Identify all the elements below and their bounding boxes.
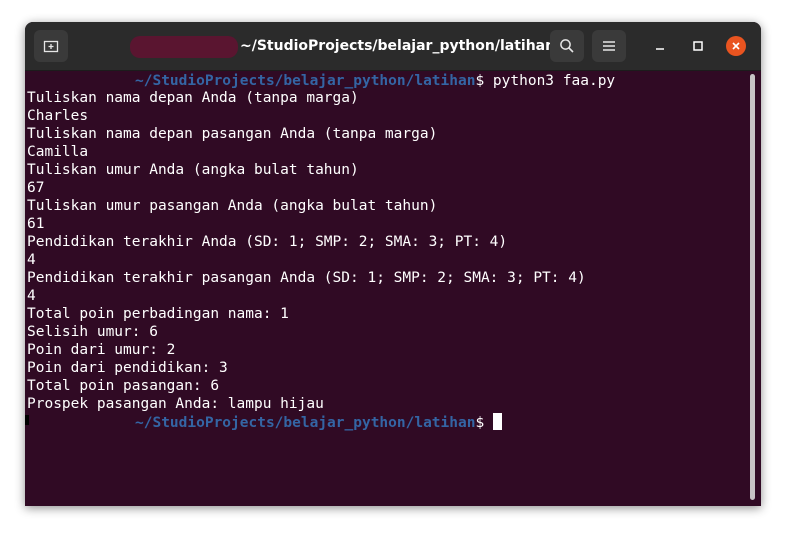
output-line: 61 xyxy=(27,216,45,232)
prompt-path: ~/StudioProjects/belajar_python/latihan xyxy=(135,415,476,431)
prompt-path: ~/StudioProjects/belajar_python/latihan xyxy=(135,73,476,89)
redacted-hostname xyxy=(130,36,238,58)
prompt-symbol: $ xyxy=(475,73,485,89)
left-edge-mark xyxy=(25,415,29,425)
minimize-icon xyxy=(656,48,664,50)
output-line: Tuliskan umur pasangan Anda (angka bulat… xyxy=(27,198,438,214)
title-bar[interactable]: ~/StudioProjects/belajar_python/latihan xyxy=(25,22,761,71)
output-line: 4 xyxy=(27,252,36,268)
search-icon xyxy=(560,39,574,53)
new-tab-button[interactable] xyxy=(34,30,68,62)
text-cursor xyxy=(492,413,502,430)
maximize-button[interactable] xyxy=(688,36,708,56)
search-button[interactable] xyxy=(550,30,584,62)
prompt-line: ~/StudioProjects/belajar_python/latihan$… xyxy=(27,71,749,89)
close-icon xyxy=(732,42,740,50)
output-line: Tuliskan umur Anda (angka bulat tahun) xyxy=(27,162,359,178)
maximize-icon xyxy=(693,41,703,51)
new-tab-icon xyxy=(43,40,59,53)
command-text: python3 faa.py xyxy=(484,73,616,89)
active-prompt-line: ~/StudioProjects/belajar_python/latihan$ xyxy=(27,413,749,431)
close-button[interactable] xyxy=(726,36,746,56)
terminal-window: ~/StudioProjects/belajar_python/latihan xyxy=(25,22,761,506)
output-line: Pendidikan terakhir pasangan Anda (SD: 1… xyxy=(27,270,586,286)
menu-button[interactable] xyxy=(592,30,626,62)
output-line: 4 xyxy=(27,288,36,304)
output-line: Charles xyxy=(27,108,89,124)
output-line: Camilla xyxy=(27,144,89,160)
output-line: Poin dari pendidikan: 3 xyxy=(27,360,228,376)
output-line: Selisih umur: 6 xyxy=(27,324,158,340)
output-line: Total poin perbadingan nama: 1 xyxy=(27,306,289,322)
output-line: Pendidikan terakhir Anda (SD: 1; SMP: 2;… xyxy=(27,234,508,250)
minimize-button[interactable] xyxy=(650,36,670,56)
scrollbar[interactable] xyxy=(750,74,755,500)
redacted-user xyxy=(27,71,135,87)
hamburger-menu-icon xyxy=(603,41,615,51)
output-line: Poin dari umur: 2 xyxy=(27,342,176,358)
output-line: Tuliskan nama depan pasangan Anda (tanpa… xyxy=(27,126,438,142)
prompt-symbol: $ xyxy=(475,415,485,431)
output-line: 67 xyxy=(27,180,45,196)
terminal-output[interactable]: ~/StudioProjects/belajar_python/latihan$… xyxy=(25,71,749,506)
output-line: Prospek pasangan Anda: lampu hijau xyxy=(27,396,324,412)
redacted-user xyxy=(27,413,135,429)
output-line: Tuliskan nama depan Anda (tanpa marga) xyxy=(27,90,359,106)
output-line: Total poin pasangan: 6 xyxy=(27,378,220,394)
window-title: ~/StudioProjects/belajar_python/latihan xyxy=(240,38,556,54)
